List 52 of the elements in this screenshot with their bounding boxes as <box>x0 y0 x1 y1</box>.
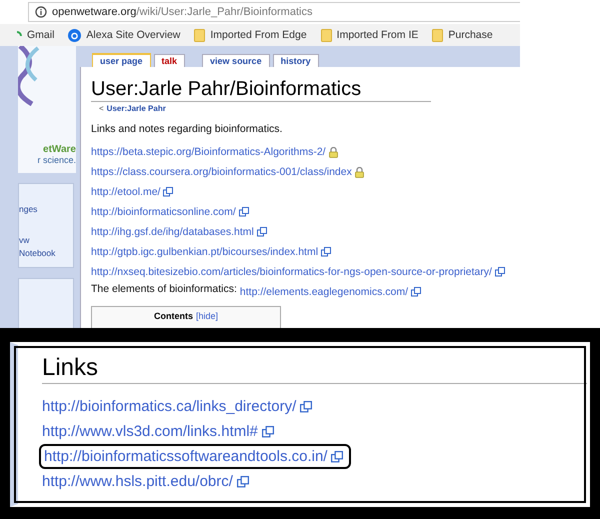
external-link-icon <box>163 187 174 197</box>
external-link-icon <box>262 426 274 438</box>
external-link-icon <box>331 450 344 462</box>
external-link-icon <box>256 227 267 237</box>
page-title: User:Jarle Pahr/Bioinformatics <box>91 77 431 102</box>
bookmark-item[interactable]: Alexa Site Overview <box>68 28 180 42</box>
external-link[interactable]: http://www.vls3d.com/links.html# <box>42 423 258 440</box>
external-link[interactable]: http://ihg.gsf.de/ihg/databases.html <box>91 226 254 238</box>
external-link-icon <box>321 247 332 257</box>
external-link[interactable]: http://nxseq.bitesizebio.com/articles/bioinformatics-for-ngs-open-source-or-proprietary/ <box>91 266 492 278</box>
contents-title: Contents <box>154 311 193 321</box>
section-heading: Links <box>42 353 587 384</box>
page-tab[interactable]: view source <box>202 54 270 67</box>
page-tab[interactable]: user page <box>92 53 151 67</box>
lock-icon <box>354 166 364 178</box>
external-link[interactable]: http://www.hsls.pitt.edu/obrc/ <box>42 473 233 490</box>
logo-tagline: r science. <box>37 155 76 166</box>
bookmark-item[interactable]: Gmail <box>17 28 54 42</box>
external-link[interactable]: http://bioinformaticssoftwareandtools.co.in/ <box>44 448 328 465</box>
nav-link[interactable]: nges <box>19 204 73 214</box>
hide-link[interactable]: [hide] <box>196 311 218 321</box>
nav-link[interactable]: Notebook <box>19 248 73 258</box>
external-link[interactable]: http://elements.eaglegenomics.com/ <box>240 286 408 298</box>
lock-icon <box>328 146 338 158</box>
nav-link[interactable]: vw <box>19 235 73 246</box>
folder-icon <box>320 28 332 42</box>
external-link[interactable]: https://class.coursera.org/bioinformatics-001/class/index <box>91 166 352 178</box>
external-link-icon <box>236 476 249 488</box>
page-tab[interactable]: history <box>272 54 319 67</box>
page-tab[interactable]: talk <box>154 54 186 67</box>
folder-icon <box>194 28 206 42</box>
external-link[interactable]: http://bioinformatics.ca/links_directory/ <box>42 398 296 415</box>
external-link[interactable]: http://etool.me/ <box>91 186 160 198</box>
external-link-icon <box>238 207 249 217</box>
bookmark-item[interactable]: Imported From IE <box>320 28 418 42</box>
alexa-icon <box>68 28 82 42</box>
info-icon <box>35 6 47 18</box>
external-link-icon <box>494 267 505 277</box>
breadcrumb-link[interactable]: User:Jarle Pahr <box>106 104 166 113</box>
address-field[interactable]: openwetware.org/wiki/User:Jarle_Pahr/Bioinformatics <box>28 2 520 22</box>
bookmark-item[interactable]: Imported From Edge <box>194 28 307 42</box>
breadcrumb-marker: < <box>99 104 104 113</box>
external-link[interactable]: http://bioinformaticsonline.com/ <box>91 206 236 218</box>
bookmark-item[interactable]: Purchase <box>432 28 493 42</box>
external-link-icon <box>300 400 312 412</box>
external-link-icon <box>411 287 421 297</box>
external-link[interactable]: https://beta.stepic.org/Bioinformatics-Algorithms-2/ <box>91 146 326 158</box>
external-link[interactable]: http://gtpb.igc.gulbenkian.pt/bicourses/index.html <box>91 246 318 258</box>
intro-text: Links and notes regarding bioinformatics. <box>91 123 284 135</box>
folder-icon <box>432 28 444 42</box>
elements-text: The elements of bioinformatics: <box>91 282 237 294</box>
logo-text: etWare <box>43 144 76 156</box>
